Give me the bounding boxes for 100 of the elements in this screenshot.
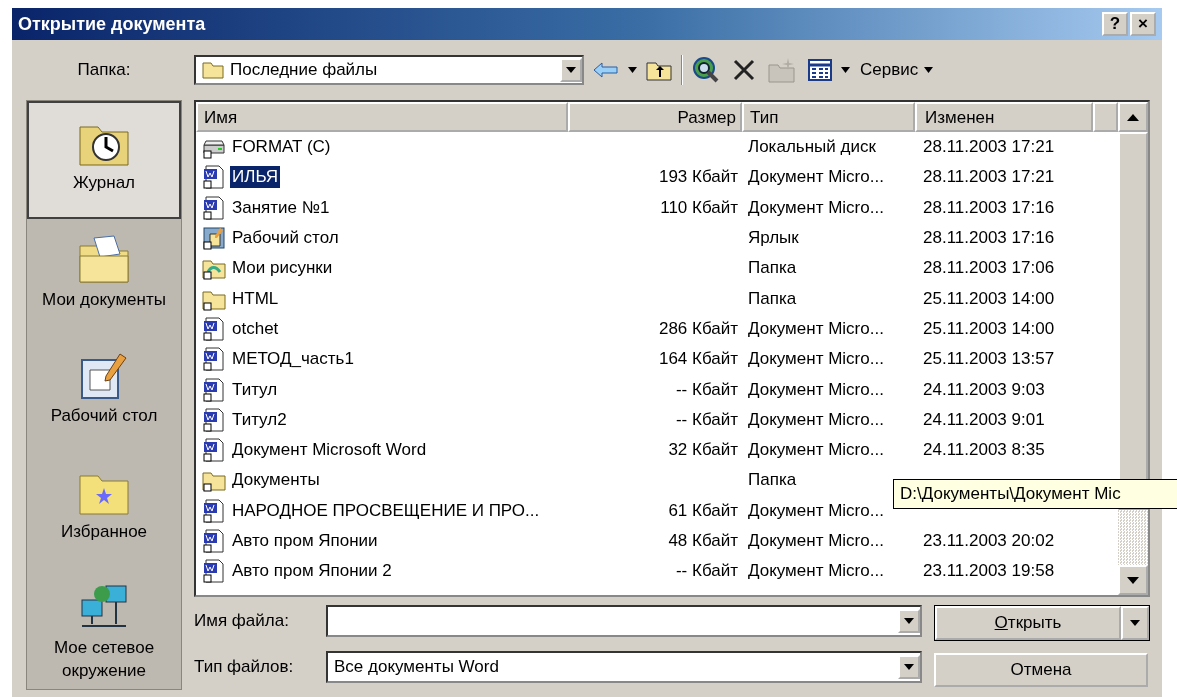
modified-date: 25.11.2003 14:00 bbox=[923, 318, 1055, 339]
folder-icon bbox=[202, 61, 224, 79]
word-document-icon bbox=[202, 498, 226, 523]
up-folder-icon[interactable] bbox=[646, 59, 672, 81]
modified-date: 28.11.2003 17:06 bbox=[923, 258, 1055, 279]
modified-date: 25.11.2003 14:00 bbox=[923, 288, 1055, 309]
file-type: Папка bbox=[748, 470, 797, 491]
file-name[interactable]: Документ Microsoft Word bbox=[230, 439, 429, 462]
file-size: -- Кбайт bbox=[675, 379, 738, 400]
file-name[interactable]: FORMAT (C) bbox=[230, 136, 333, 159]
file-name-label: Имя файла: bbox=[194, 611, 290, 631]
scroll-up-icon bbox=[1127, 113, 1139, 121]
folder-label: Папка: bbox=[76, 59, 132, 81]
column-header[interactable]: Имя bbox=[196, 102, 568, 132]
dropdown-arrow-icon bbox=[565, 66, 577, 74]
file-type: Папка bbox=[748, 258, 797, 279]
tooltip: D:\Документы\Документ Mic bbox=[893, 479, 1177, 509]
word-document-icon bbox=[202, 529, 226, 553]
open-button[interactable]: Открыть bbox=[935, 606, 1121, 640]
file-name[interactable]: ИЛЬЯ bbox=[230, 166, 281, 189]
word-document-icon bbox=[202, 316, 226, 341]
column-header[interactable]: Тип bbox=[742, 102, 915, 132]
caret-icon bbox=[1130, 620, 1140, 626]
file-type: Документ Micro... bbox=[748, 349, 884, 370]
globe-search-icon[interactable] bbox=[692, 56, 720, 84]
file-size: 110 Кбайт bbox=[660, 197, 738, 218]
caret-icon[interactable] bbox=[628, 67, 637, 73]
file-name[interactable]: Документы bbox=[230, 469, 322, 492]
word-document-icon bbox=[202, 377, 226, 402]
file-type-dropdown[interactable]: Все документы Word bbox=[326, 651, 922, 683]
file-type: Документ Micro... bbox=[748, 440, 884, 461]
desktop-shortcut-icon bbox=[202, 226, 226, 251]
file-type: Документ Micro... bbox=[748, 531, 884, 551]
file-name[interactable]: Авто пром Японии bbox=[230, 530, 380, 552]
file-type: Документ Micro... bbox=[748, 197, 884, 218]
file-type-label: Тип файлов: bbox=[194, 657, 295, 677]
modified-date: 24.11.2003 9:03 bbox=[923, 379, 1045, 400]
file-name[interactable]: otchet bbox=[230, 317, 281, 340]
file-name[interactable]: НАРОДНОЕ ПРОСВЕЩЕНИЕ И ПРО... bbox=[230, 499, 542, 522]
file-name[interactable]: Рабочий стол bbox=[230, 227, 341, 250]
file-name[interactable]: Занятие №1 bbox=[230, 196, 332, 219]
file-type: Документ Micro... bbox=[748, 379, 884, 400]
scroll-down-icon bbox=[1127, 576, 1139, 584]
open-options-button[interactable] bbox=[1121, 606, 1149, 640]
caret-icon[interactable] bbox=[841, 67, 850, 73]
modified-date: 28.11.2003 17:16 bbox=[923, 197, 1055, 218]
word-document-icon bbox=[202, 347, 226, 372]
views-icon[interactable] bbox=[808, 59, 832, 81]
file-size: 286 Кбайт bbox=[658, 318, 738, 339]
modified-date: 28.11.2003 17:21 bbox=[923, 137, 1055, 158]
file-type: Документ Micro... bbox=[748, 318, 884, 339]
word-document-icon bbox=[202, 559, 226, 584]
scrollbar[interactable] bbox=[1118, 102, 1148, 595]
scroll-up-button[interactable] bbox=[1118, 102, 1148, 132]
modified-date: 23.11.2003 20:02 bbox=[923, 531, 1055, 551]
caret-icon bbox=[924, 67, 934, 73]
scroll-thumb[interactable] bbox=[1118, 132, 1148, 510]
modified-date: 23.11.2003 19:58 bbox=[923, 561, 1055, 582]
close-button[interactable]: × bbox=[1130, 12, 1156, 36]
modified-date: 24.11.2003 9:01 bbox=[923, 409, 1045, 430]
file-name[interactable]: HTML bbox=[230, 287, 281, 310]
file-type: Ярлык bbox=[748, 228, 799, 249]
file-type: Документ Micro... bbox=[748, 500, 884, 521]
file-size: 61 Кбайт bbox=[668, 500, 738, 521]
word-document-icon bbox=[202, 407, 226, 432]
file-size: 164 Кбайт bbox=[658, 349, 738, 370]
column-header[interactable]: Размер bbox=[568, 102, 742, 132]
modified-date: 24.11.2003 8:35 bbox=[923, 440, 1045, 461]
folder-dropdown[interactable]: Последние файлы bbox=[194, 55, 584, 85]
scroll-down-button[interactable] bbox=[1118, 565, 1148, 595]
file-type: Документ Micro... bbox=[748, 561, 884, 582]
file-type: Документ Micro... bbox=[748, 409, 884, 430]
tools-menu[interactable]: Сервис bbox=[856, 60, 938, 80]
dropdown-arrow-icon bbox=[903, 617, 915, 625]
file-type: Локальный диск bbox=[748, 137, 876, 158]
file-size: 193 Кбайт bbox=[658, 167, 738, 188]
file-name[interactable]: Авто пром Японии 2 bbox=[230, 560, 394, 583]
documents-folder-icon bbox=[76, 234, 132, 284]
word-document-icon bbox=[202, 165, 226, 190]
modified-date: 25.11.2003 13:57 bbox=[923, 349, 1055, 370]
file-name[interactable]: Титул2 bbox=[230, 408, 289, 431]
places-item[interactable]: Журнал bbox=[27, 101, 181, 219]
file-name[interactable]: МЕТОД_часть1 bbox=[230, 348, 356, 371]
word-document-icon bbox=[202, 438, 226, 463]
file-name-field[interactable] bbox=[326, 605, 922, 637]
help-button[interactable]: ? bbox=[1102, 12, 1128, 36]
dropdown-arrow-icon bbox=[903, 663, 915, 671]
window-title: Открытие документа bbox=[18, 13, 206, 35]
file-name[interactable]: Титул bbox=[230, 378, 280, 401]
delete-icon[interactable] bbox=[732, 58, 756, 82]
file-type: Документ Micro... bbox=[748, 167, 884, 188]
column-header[interactable]: Изменен bbox=[915, 102, 1093, 132]
back-arrow-icon[interactable] bbox=[593, 61, 619, 79]
file-type: Папка bbox=[748, 288, 797, 309]
cancel-button[interactable]: Отмена bbox=[934, 653, 1148, 687]
file-size: 32 Кбайт bbox=[668, 440, 738, 461]
file-size: -- Кбайт bbox=[675, 409, 738, 430]
file-name[interactable]: Мои рисунки bbox=[230, 257, 335, 280]
word-document-icon bbox=[202, 195, 226, 220]
file-size: 48 Кбайт bbox=[668, 531, 738, 551]
